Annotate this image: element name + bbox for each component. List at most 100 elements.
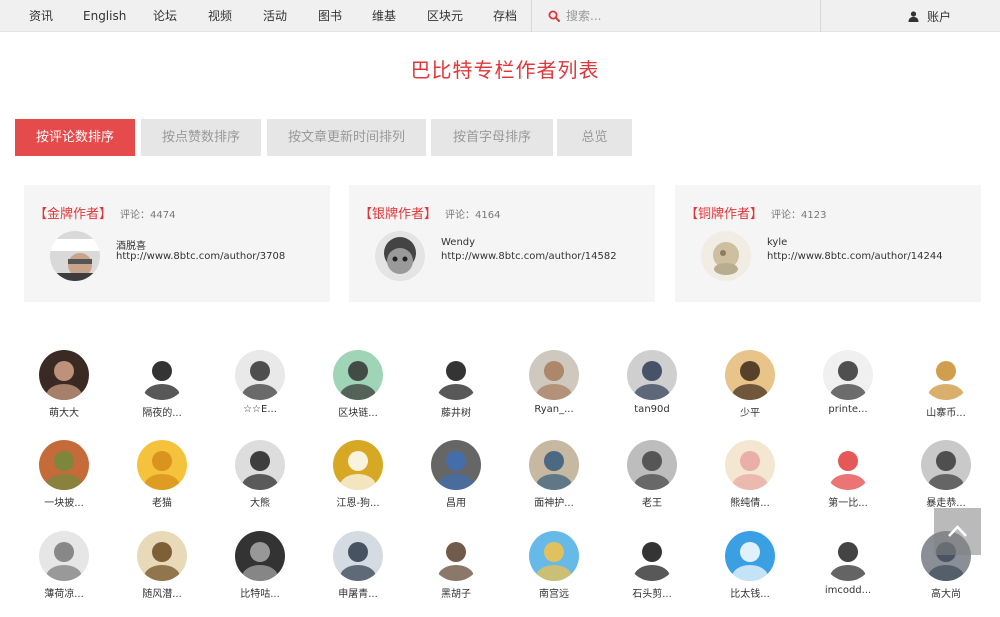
- author-item[interactable]: 薄荷凉...: [15, 531, 113, 605]
- author-url[interactable]: http://www.8btc.com/author/14582: [441, 251, 617, 262]
- author-url[interactable]: http://www.8btc.com/author/3708: [116, 251, 285, 262]
- avatar[interactable]: [39, 440, 89, 490]
- avatar[interactable]: [921, 440, 971, 490]
- author-name[interactable]: imcodd...: [799, 585, 897, 596]
- author-item[interactable]: 一块披...: [15, 440, 113, 514]
- avatar[interactable]: [529, 440, 579, 490]
- author-item[interactable]: 藤井树: [407, 350, 505, 424]
- avatar[interactable]: [627, 531, 677, 581]
- author-name[interactable]: 随风潜...: [113, 585, 211, 600]
- avatar[interactable]: [725, 531, 775, 581]
- author-url[interactable]: http://www.8btc.com/author/14244: [767, 251, 943, 262]
- nav-item-news[interactable]: 资讯: [29, 0, 53, 32]
- author-item[interactable]: 随风潜...: [113, 531, 211, 605]
- tab-sort-by-likes[interactable]: 按点赞数排序: [141, 119, 261, 156]
- avatar[interactable]: [137, 440, 187, 490]
- author-item[interactable]: 隔夜的...: [113, 350, 211, 424]
- avatar[interactable]: [137, 350, 187, 400]
- avatar[interactable]: [333, 531, 383, 581]
- tab-sort-by-initial[interactable]: 按首字母排序: [431, 119, 553, 156]
- author-name[interactable]: 老王: [603, 494, 701, 509]
- avatar[interactable]: [921, 350, 971, 400]
- author-item[interactable]: 老王: [603, 440, 701, 514]
- avatar[interactable]: [431, 440, 481, 490]
- author-item[interactable]: 申屠青...: [309, 531, 407, 605]
- author-name[interactable]: 少平: [701, 404, 799, 419]
- nav-item-books[interactable]: 图书: [318, 0, 342, 32]
- author-name[interactable]: 暴走恭...: [897, 494, 995, 509]
- author-name[interactable]: 面神护...: [505, 494, 603, 509]
- author-name[interactable]: 老猫: [113, 494, 211, 509]
- avatar[interactable]: [50, 231, 100, 281]
- author-item[interactable]: printe...: [799, 350, 897, 424]
- author-item[interactable]: 黑胡子: [407, 531, 505, 605]
- back-to-top-button[interactable]: [934, 508, 981, 555]
- nav-item-wiki[interactable]: 维基: [372, 0, 396, 32]
- avatar[interactable]: [725, 440, 775, 490]
- avatar[interactable]: [375, 231, 425, 281]
- author-item[interactable]: Ryan_...: [505, 350, 603, 424]
- tab-overview[interactable]: 总览: [557, 119, 632, 156]
- avatar[interactable]: [823, 531, 873, 581]
- author-name[interactable]: 藤井树: [407, 404, 505, 419]
- author-name[interactable]: 比特咕...: [211, 585, 309, 600]
- nav-item-events[interactable]: 活动: [263, 0, 287, 32]
- avatar[interactable]: [39, 531, 89, 581]
- nav-item-english[interactable]: English: [83, 0, 126, 32]
- author-item[interactable]: 大熊: [211, 440, 309, 514]
- avatar[interactable]: [333, 440, 383, 490]
- author-name[interactable]: 萌大大: [15, 404, 113, 419]
- author-name[interactable]: 酒脱喜: [116, 237, 146, 252]
- author-name[interactable]: printe...: [799, 404, 897, 415]
- search-input[interactable]: [566, 9, 806, 23]
- avatar[interactable]: [137, 531, 187, 581]
- author-name[interactable]: 申屠青...: [309, 585, 407, 600]
- author-item[interactable]: 昌用: [407, 440, 505, 514]
- author-name[interactable]: 区块链...: [309, 404, 407, 419]
- avatar[interactable]: [235, 350, 285, 400]
- author-item[interactable]: 老猫: [113, 440, 211, 514]
- author-item[interactable]: 江恩-狗...: [309, 440, 407, 514]
- author-name[interactable]: 大熊: [211, 494, 309, 509]
- author-item[interactable]: 石头剪...: [603, 531, 701, 605]
- author-item[interactable]: 少平: [701, 350, 799, 424]
- author-name[interactable]: kyle: [767, 237, 787, 248]
- nav-item-archive[interactable]: 存档: [493, 0, 517, 32]
- author-name[interactable]: 石头剪...: [603, 585, 701, 600]
- account-button[interactable]: 账户: [908, 0, 951, 32]
- author-item[interactable]: 比太钱...: [701, 531, 799, 605]
- avatar[interactable]: [627, 350, 677, 400]
- author-name[interactable]: 南宫远: [505, 585, 603, 600]
- author-name[interactable]: Ryan_...: [505, 404, 603, 415]
- author-item[interactable]: 第一比...: [799, 440, 897, 514]
- author-name[interactable]: 隔夜的...: [113, 404, 211, 419]
- author-name[interactable]: 山寨币...: [897, 404, 995, 419]
- nav-item-blockchain-yuan[interactable]: 区块元: [427, 0, 463, 32]
- avatar[interactable]: [627, 440, 677, 490]
- author-name[interactable]: 熊纯倩...: [701, 494, 799, 509]
- avatar[interactable]: [333, 350, 383, 400]
- author-name[interactable]: Wendy: [441, 237, 475, 248]
- author-item[interactable]: 比特咕...: [211, 531, 309, 605]
- avatar[interactable]: [235, 531, 285, 581]
- avatar[interactable]: [39, 350, 89, 400]
- author-item[interactable]: imcodd...: [799, 531, 897, 605]
- avatar[interactable]: [823, 440, 873, 490]
- author-name[interactable]: 薄荷凉...: [15, 585, 113, 600]
- tab-sort-by-update-time[interactable]: 按文章更新时间排列: [267, 119, 426, 156]
- author-name[interactable]: 第一比...: [799, 494, 897, 509]
- avatar[interactable]: [235, 440, 285, 490]
- author-item[interactable]: ☆☆E...: [211, 350, 309, 424]
- author-item[interactable]: 萌大大: [15, 350, 113, 424]
- avatar[interactable]: [431, 531, 481, 581]
- author-name[interactable]: 比太钱...: [701, 585, 799, 600]
- avatar[interactable]: [823, 350, 873, 400]
- avatar[interactable]: [529, 531, 579, 581]
- avatar[interactable]: [725, 350, 775, 400]
- author-item[interactable]: 熊纯倩...: [701, 440, 799, 514]
- author-name[interactable]: 一块披...: [15, 494, 113, 509]
- author-item[interactable]: tan90d: [603, 350, 701, 424]
- author-item[interactable]: 暴走恭...: [897, 440, 995, 514]
- author-item[interactable]: 山寨币...: [897, 350, 995, 424]
- tab-sort-by-comments[interactable]: 按评论数排序: [15, 119, 135, 156]
